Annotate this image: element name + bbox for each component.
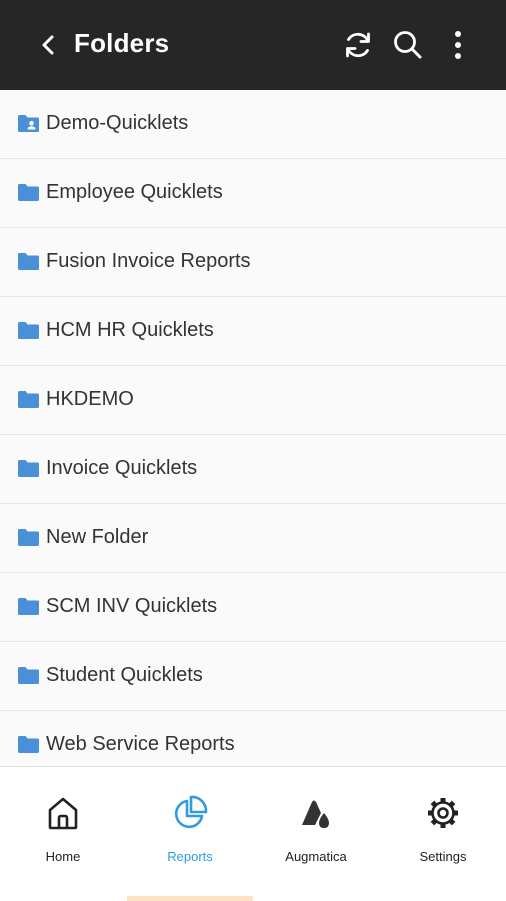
tab-label: Reports <box>167 849 213 864</box>
folder-list: Demo-Quicklets Employee Quicklets Fusion… <box>0 90 506 766</box>
folder-row-student-quicklets[interactable]: Student Quicklets <box>0 642 506 711</box>
folder-row-invoice-quicklets[interactable]: Invoice Quicklets <box>0 435 506 504</box>
home-icon <box>48 797 78 830</box>
more-vert-icon[interactable] <box>441 28 475 62</box>
folder-label: Employee Quicklets <box>46 181 223 203</box>
back-icon[interactable] <box>36 30 60 60</box>
folder-row-demo-quicklets[interactable]: Demo-Quicklets <box>0 90 506 159</box>
folder-label: SCM INV Quicklets <box>46 595 218 617</box>
folder-icon <box>18 460 39 477</box>
folder-icon <box>18 391 39 408</box>
bottom-navigation: Home Reports Augmatica Settings <box>0 766 506 901</box>
active-tab-indicator <box>127 896 253 901</box>
folder-label: Fusion Invoice Reports <box>46 250 251 272</box>
tab-label: Settings <box>419 849 467 864</box>
shared-folder-icon <box>18 115 39 132</box>
folder-row-hkdemo[interactable]: HKDEMO <box>0 366 506 435</box>
folder-row-hcm-hr-quicklets[interactable]: HCM HR Quicklets <box>0 297 506 366</box>
folder-label: Invoice Quicklets <box>46 457 198 479</box>
folder-icon <box>18 736 39 753</box>
tab-label: Augmatica <box>285 849 347 864</box>
folder-label: New Folder <box>46 526 149 548</box>
tab-home[interactable]: Home <box>0 767 126 901</box>
search-icon[interactable] <box>391 28 425 62</box>
folder-row-new-folder[interactable]: New Folder <box>0 504 506 573</box>
folder-icon <box>18 529 39 546</box>
tab-settings[interactable]: Settings <box>380 767 506 901</box>
folder-label: Demo-Quicklets <box>46 112 189 134</box>
refresh-icon[interactable] <box>341 28 375 62</box>
folder-row-scm-inv-quicklets[interactable]: SCM INV Quicklets <box>0 573 506 642</box>
folder-row-fusion-invoice-reports[interactable]: Fusion Invoice Reports <box>0 228 506 297</box>
folder-row-employee-quicklets[interactable]: Employee Quicklets <box>0 159 506 228</box>
page-title: Folders <box>74 28 170 58</box>
folder-label: HCM HR Quicklets <box>46 319 214 341</box>
tab-reports[interactable]: Reports <box>127 767 253 901</box>
folder-icon <box>18 322 39 339</box>
gear-icon <box>428 798 458 828</box>
folder-label: Student Quicklets <box>46 664 203 686</box>
folder-icon <box>18 184 39 201</box>
tab-label: Home <box>45 849 81 864</box>
folder-icon <box>18 598 39 615</box>
folder-row-web-service-reports[interactable]: Web Service Reports <box>0 711 506 766</box>
tab-augmatica[interactable]: Augmatica <box>253 767 379 901</box>
folder-label: HKDEMO <box>46 388 134 410</box>
pie-chart-icon <box>174 795 208 829</box>
augmatica-icon <box>302 800 329 828</box>
folder-label: Web Service Reports <box>46 733 235 755</box>
folder-icon <box>18 667 39 684</box>
app-bar: Folders <box>0 0 506 90</box>
folder-icon <box>18 253 39 270</box>
